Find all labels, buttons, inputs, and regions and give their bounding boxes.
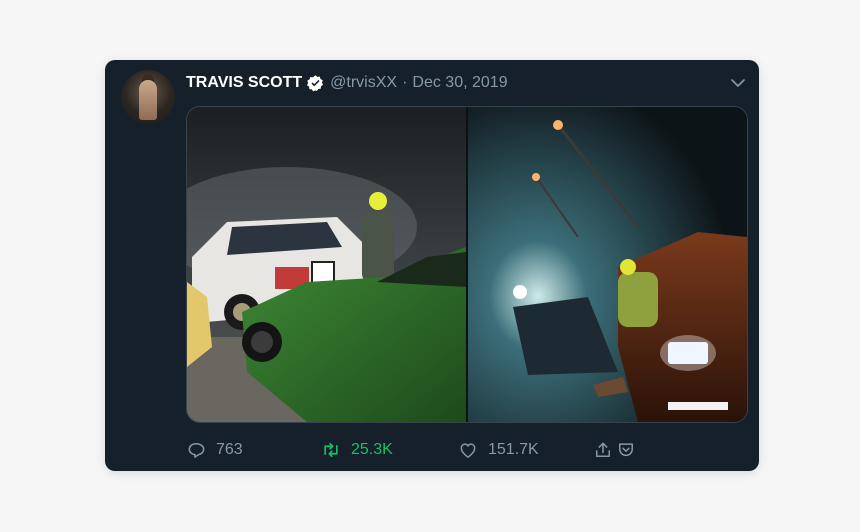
avatar[interactable] [121,70,175,124]
reply-icon [188,443,205,458]
tweet-header: TRAVIS SCOTT @trvisXX · Dec 30, 2019 [186,73,508,93]
retweet-count: 25.3K [351,441,393,458]
share-icon [596,442,610,457]
media-image-left[interactable] [187,107,466,422]
reply-count: 763 [216,441,243,458]
reply-action[interactable]: 763 [186,440,243,460]
retweet-icon [324,442,338,458]
tweet-actions: 763 25.3K 151.7K [186,440,746,462]
pocket-action[interactable] [616,440,636,460]
author-handle[interactable]: @trvisXX [330,74,397,92]
retweet-action[interactable]: 25.3K [321,440,393,460]
like-count: 151.7K [488,441,539,458]
media-image-right[interactable] [468,107,747,422]
like-icon [460,443,476,458]
pocket-icon [619,443,633,457]
tweet-date[interactable]: Dec 30, 2019 [412,74,507,92]
tweet-media[interactable] [186,106,748,423]
avatar-figure [139,80,157,120]
separator-dot: · [402,74,408,91]
like-action[interactable]: 151.7K [458,440,539,460]
chevron-down-icon[interactable] [729,74,747,92]
author-name[interactable]: TRAVIS SCOTT [186,74,302,92]
tweet-card: TRAVIS SCOTT @trvisXX · Dec 30, 2019 763… [105,60,759,471]
verified-icon [306,74,325,93]
share-action[interactable] [593,440,613,460]
